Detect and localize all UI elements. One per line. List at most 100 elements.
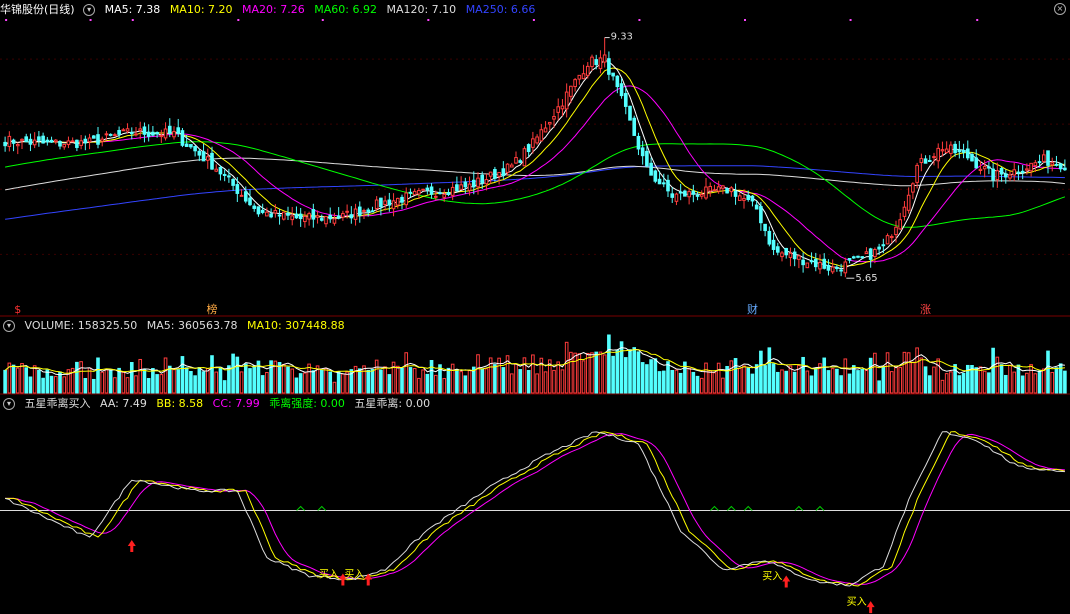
volume-bar bbox=[467, 370, 472, 394]
volume-bar bbox=[754, 364, 759, 394]
candle-body bbox=[628, 105, 632, 121]
candle-body bbox=[408, 191, 413, 194]
volume-bar bbox=[805, 370, 810, 394]
candle-body bbox=[438, 192, 442, 195]
volume-bar bbox=[370, 369, 375, 394]
indicator-name: 五星乖离买入 bbox=[24, 397, 91, 410]
volume-bar bbox=[121, 371, 126, 394]
candle-body bbox=[357, 206, 362, 216]
strength-tick bbox=[794, 505, 804, 511]
volume-bar bbox=[210, 355, 214, 394]
volume-bar bbox=[395, 365, 400, 394]
volume-bar bbox=[712, 372, 717, 394]
volume-bar bbox=[953, 364, 957, 394]
volume-bar bbox=[277, 362, 282, 394]
candle-body bbox=[66, 140, 71, 146]
volume-bar bbox=[957, 375, 962, 394]
volume-bar bbox=[619, 341, 624, 394]
volume-bar bbox=[1025, 372, 1029, 394]
volume-bar bbox=[265, 372, 269, 394]
candle-body bbox=[501, 168, 506, 177]
panel-toggle-icon[interactable]: ▾ bbox=[3, 398, 15, 410]
top-marker-dot bbox=[5, 19, 8, 21]
volume-bar bbox=[455, 369, 459, 394]
volume-bar bbox=[383, 366, 387, 394]
volume-bar bbox=[201, 371, 206, 394]
volume-bar bbox=[509, 373, 514, 394]
volume-bar bbox=[809, 375, 814, 394]
candle-body bbox=[695, 194, 700, 197]
volume-bar bbox=[636, 351, 641, 394]
bb-value: BB: 8.58 bbox=[156, 397, 204, 410]
buy-arrow-icon bbox=[127, 540, 136, 553]
candle-body bbox=[860, 256, 865, 259]
volume-bar bbox=[235, 356, 240, 394]
candle-body bbox=[108, 133, 113, 136]
candle-body bbox=[142, 126, 147, 135]
event-marker: 财 bbox=[747, 302, 758, 316]
candle-body bbox=[176, 127, 181, 134]
candle-body bbox=[455, 184, 459, 192]
low-price-label: 5.65 bbox=[855, 273, 877, 284]
candle-body bbox=[716, 186, 721, 192]
buy-signal-label: 买入 bbox=[344, 569, 364, 581]
volume-bar bbox=[564, 341, 569, 394]
candle-body bbox=[395, 197, 400, 206]
candle-body bbox=[442, 193, 447, 198]
candle-body bbox=[303, 215, 307, 223]
volume-bar bbox=[1050, 371, 1055, 394]
volume-bar bbox=[307, 363, 311, 394]
volume-bar bbox=[835, 368, 839, 394]
candle-body bbox=[117, 130, 121, 135]
candle-body bbox=[666, 179, 670, 192]
volume-bar bbox=[298, 373, 303, 394]
volume-bar bbox=[729, 360, 734, 394]
volume-bar bbox=[1046, 350, 1050, 394]
volume-bar bbox=[113, 377, 117, 394]
candle-body bbox=[830, 266, 835, 273]
volume-bar bbox=[146, 378, 151, 394]
volume-bar bbox=[788, 365, 793, 394]
candle-body bbox=[214, 168, 219, 172]
top-marker-dot bbox=[638, 19, 641, 21]
top-marker-dot bbox=[89, 19, 92, 21]
candle-body bbox=[1029, 162, 1033, 172]
volume-bar bbox=[868, 357, 873, 394]
volume-bar bbox=[167, 365, 172, 394]
panel-toggle-icon[interactable]: ▾ bbox=[83, 4, 96, 16]
candle-body bbox=[843, 261, 848, 274]
volume-bar bbox=[45, 369, 50, 394]
volume-bar bbox=[801, 356, 805, 394]
candle-body bbox=[277, 214, 282, 217]
volume-bar bbox=[49, 375, 54, 394]
candle-body bbox=[311, 209, 316, 220]
volume-bar bbox=[670, 369, 675, 394]
candle-body bbox=[75, 139, 79, 148]
volume-bar bbox=[1008, 364, 1012, 394]
volume-bar bbox=[125, 377, 130, 394]
volume-bar bbox=[632, 347, 637, 394]
candle-body bbox=[210, 152, 214, 170]
volume-bar bbox=[1063, 370, 1067, 394]
volume-bar bbox=[218, 366, 223, 394]
candle-body bbox=[877, 246, 881, 250]
candle-body bbox=[201, 151, 206, 162]
candle-body bbox=[366, 209, 371, 213]
candle-body bbox=[28, 138, 33, 145]
ma120-value: MA120: 7.10 bbox=[386, 3, 457, 16]
candle-body bbox=[978, 168, 983, 171]
volume-bar bbox=[687, 367, 691, 394]
volume-bar bbox=[759, 350, 763, 394]
volume-bar bbox=[180, 356, 185, 394]
candle-body bbox=[265, 211, 269, 217]
candle-body bbox=[543, 127, 548, 133]
panel-toggle-icon[interactable]: ▾ bbox=[3, 320, 15, 332]
volume-bar bbox=[573, 352, 577, 394]
candle-body bbox=[3, 141, 7, 147]
volume-bar bbox=[362, 365, 366, 394]
close-icon[interactable]: × bbox=[1054, 3, 1066, 15]
candle-body bbox=[822, 258, 827, 269]
volume-bar bbox=[657, 371, 662, 394]
candle-body bbox=[1050, 162, 1055, 166]
candle-body bbox=[476, 177, 480, 188]
